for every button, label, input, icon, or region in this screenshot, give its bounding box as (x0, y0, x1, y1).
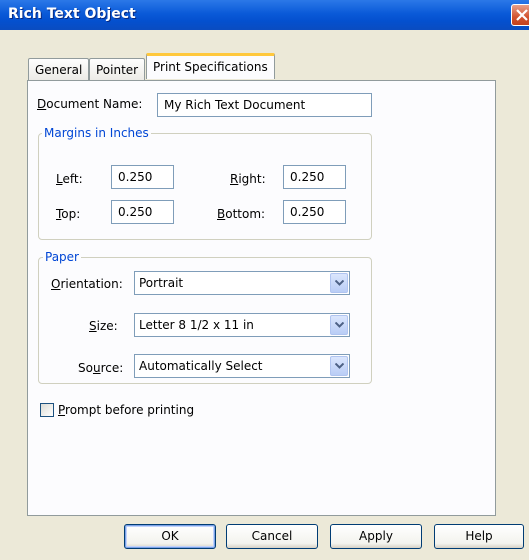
bottom-margin-input[interactable]: 0.250 (283, 200, 346, 224)
apply-button[interactable]: Apply (330, 524, 422, 549)
chevron-down-icon (335, 363, 344, 369)
source-value: Automatically Select (139, 359, 263, 373)
size-select[interactable]: Letter 8 1/2 x 11 in (134, 313, 350, 337)
paper-group-title: Paper (43, 250, 81, 264)
chevron-down-icon (335, 280, 344, 286)
right-margin-label: Right: (230, 172, 266, 186)
orientation-select[interactable]: Portrait (134, 271, 350, 295)
source-label: Source: (78, 361, 124, 375)
tab-pointer[interactable]: Pointer (89, 58, 146, 80)
margins-group-title: Margins in Inches (42, 126, 151, 140)
prompt-before-printing-checkbox[interactable] (40, 403, 54, 417)
document-name-label: Document Name: (37, 97, 143, 111)
right-margin-input[interactable]: 0.250 (283, 165, 346, 189)
ok-button[interactable]: OK (124, 524, 216, 549)
size-value: Letter 8 1/2 x 11 in (139, 318, 254, 332)
tab-pointer-label: Pointer (96, 63, 139, 77)
source-dropdown-button[interactable] (330, 356, 348, 376)
chevron-down-icon (335, 322, 344, 328)
close-icon (516, 9, 528, 21)
document-name-input[interactable]: My Rich Text Document (157, 93, 372, 117)
bottom-margin-label: Bottom: (217, 207, 266, 221)
tab-general-label: General (35, 63, 83, 77)
cancel-button[interactable]: Cancel (226, 524, 318, 549)
source-select[interactable]: Automatically Select (134, 354, 350, 378)
title-bar: Rich Text Object (0, 0, 529, 30)
tab-print-specifications[interactable]: Print Specifications (146, 53, 275, 79)
left-margin-label: Left: (56, 172, 83, 186)
orientation-label: Orientation: (51, 277, 123, 291)
window-title: Rich Text Object (8, 6, 136, 22)
top-margin-label: Top: (56, 207, 81, 221)
prompt-before-printing-label: Prompt before printing (58, 403, 195, 417)
orientation-dropdown-button[interactable] (330, 273, 348, 293)
document-name-label-text: ocument Name: (46, 97, 143, 111)
left-margin-input[interactable]: 0.250 (111, 165, 174, 189)
top-margin-input[interactable]: 0.250 (111, 200, 174, 224)
orientation-value: Portrait (139, 276, 184, 290)
help-button[interactable]: Help (434, 524, 524, 549)
close-button[interactable] (511, 4, 529, 26)
size-label: Size: (89, 319, 118, 333)
tab-general[interactable]: General (28, 58, 90, 80)
size-dropdown-button[interactable] (330, 315, 348, 335)
tab-print-specifications-label: Print Specifications (153, 60, 268, 74)
